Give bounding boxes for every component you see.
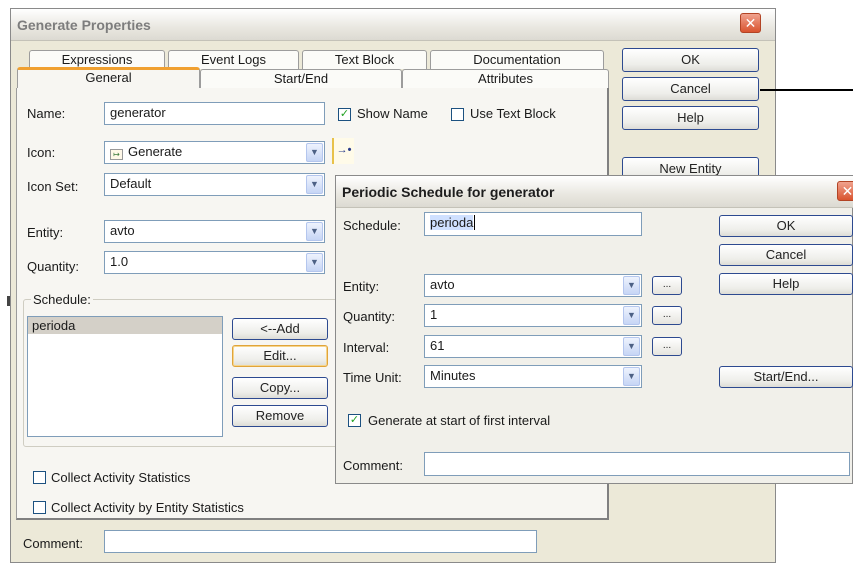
periodic-time-unit-value: Minutes bbox=[430, 368, 476, 383]
entity-browse-button[interactable]: ... bbox=[652, 276, 682, 295]
cancel-button[interactable]: Cancel bbox=[622, 77, 759, 101]
periodic-comment-label: Comment: bbox=[343, 458, 403, 473]
dialog-title: Generate Properties bbox=[17, 16, 151, 33]
list-item[interactable]: perioda bbox=[28, 317, 222, 334]
add-schedule-button[interactable]: <--Add bbox=[232, 318, 328, 340]
icon-set-label: Icon Set: bbox=[27, 179, 79, 194]
schedule-group-label: Schedule: bbox=[31, 292, 93, 307]
periodic-schedule-label: Schedule: bbox=[343, 218, 401, 233]
checkmark-icon: ✓ bbox=[339, 108, 350, 120]
close-icon[interactable]: ✕ bbox=[837, 181, 853, 201]
ok-button[interactable]: OK bbox=[622, 48, 759, 72]
chevron-down-icon[interactable]: ▼ bbox=[623, 337, 640, 356]
generate-properties-titlebar[interactable]: Generate Properties bbox=[11, 9, 775, 41]
icon-select[interactable]: ↦ Generate ▼ bbox=[104, 141, 325, 164]
use-text-block-label: Use Text Block bbox=[470, 106, 556, 121]
tab-start-end[interactable]: Start/End bbox=[200, 69, 402, 89]
periodic-ok-button[interactable]: OK bbox=[719, 215, 853, 237]
connector-stub bbox=[7, 296, 10, 306]
quantity-browse-button[interactable]: ... bbox=[652, 306, 682, 325]
chevron-down-icon[interactable]: ▼ bbox=[623, 276, 640, 295]
periodic-cancel-button[interactable]: Cancel bbox=[719, 244, 853, 266]
quantity-label: Quantity: bbox=[27, 259, 80, 274]
icon-select-value: Generate bbox=[128, 144, 183, 159]
remove-schedule-button[interactable]: Remove bbox=[232, 405, 328, 427]
generate-at-start-checkbox[interactable]: ✓ bbox=[348, 414, 361, 427]
comment-label: Comment: bbox=[23, 536, 83, 551]
schedule-item-label: perioda bbox=[32, 318, 76, 333]
periodic-quantity-select[interactable]: 1 ▼ bbox=[424, 304, 642, 327]
quantity-select[interactable]: 1.0 ▼ bbox=[104, 251, 325, 274]
comment-field[interactable] bbox=[104, 530, 537, 553]
icon-set-select[interactable]: Default ▼ bbox=[104, 173, 325, 196]
chevron-down-icon[interactable]: ▼ bbox=[306, 222, 323, 241]
periodic-dialog-title: Periodic Schedule for generator bbox=[342, 183, 555, 200]
entity-label: Entity: bbox=[27, 225, 64, 240]
periodic-time-unit-label: Time Unit: bbox=[343, 370, 402, 385]
connector-line bbox=[760, 89, 853, 91]
help-button[interactable]: Help bbox=[622, 106, 759, 130]
tab-general[interactable]: General bbox=[17, 67, 200, 89]
chevron-down-icon[interactable]: ▼ bbox=[623, 367, 640, 386]
chevron-down-icon[interactable]: ▼ bbox=[306, 143, 323, 162]
periodic-interval-select[interactable]: 61 ▼ bbox=[424, 335, 642, 358]
tab-text-block[interactable]: Text Block bbox=[302, 50, 427, 69]
close-icon[interactable]: ✕ bbox=[740, 13, 761, 33]
entity-select[interactable]: avto ▼ bbox=[104, 220, 325, 243]
edit-schedule-button[interactable]: Edit... bbox=[232, 345, 328, 367]
quantity-value: 1.0 bbox=[110, 254, 129, 269]
collect-activity-statistics-checkbox[interactable] bbox=[33, 471, 46, 484]
periodic-schedule-value: perioda bbox=[430, 215, 474, 230]
icon-label: Icon: bbox=[27, 145, 56, 160]
checkmark-icon: ✓ bbox=[349, 414, 360, 426]
chevron-down-icon[interactable]: ▼ bbox=[306, 253, 323, 272]
tab-documentation[interactable]: Documentation bbox=[430, 50, 604, 69]
tab-attributes[interactable]: Attributes bbox=[402, 69, 609, 89]
schedule-list[interactable]: perioda bbox=[27, 316, 223, 437]
use-text-block-checkbox[interactable] bbox=[451, 108, 464, 121]
periodic-entity-value: avto bbox=[430, 277, 455, 292]
show-name-checkbox[interactable]: ✓ bbox=[338, 108, 351, 121]
periodic-interval-label: Interval: bbox=[343, 340, 390, 355]
periodic-entity-select[interactable]: avto ▼ bbox=[424, 274, 642, 297]
interval-browse-button[interactable]: ... bbox=[652, 337, 682, 356]
chevron-down-icon[interactable]: ▼ bbox=[306, 175, 323, 194]
show-name-label: Show Name bbox=[357, 106, 428, 121]
generate-icon: ↦ bbox=[110, 149, 123, 160]
periodic-quantity-label: Quantity: bbox=[343, 309, 396, 324]
chevron-down-icon[interactable]: ▼ bbox=[623, 306, 640, 325]
collect-activity-statistics-label: Collect Activity Statistics bbox=[51, 470, 191, 485]
generate-at-start-label: Generate at start of first interval bbox=[368, 413, 551, 428]
icon-preview: →• bbox=[332, 138, 354, 164]
periodic-entity-label: Entity: bbox=[343, 279, 380, 294]
copy-schedule-button[interactable]: Copy... bbox=[232, 377, 328, 399]
periodic-start-end-button[interactable]: Start/End... bbox=[719, 366, 853, 388]
name-label: Name: bbox=[27, 106, 66, 121]
entity-value: avto bbox=[110, 223, 135, 238]
periodic-schedule-field[interactable]: perioda bbox=[424, 212, 642, 236]
periodic-comment-field[interactable] bbox=[424, 452, 850, 476]
periodic-help-button[interactable]: Help bbox=[719, 273, 853, 295]
icon-set-value: Default bbox=[110, 176, 152, 191]
periodic-time-unit-select[interactable]: Minutes ▼ bbox=[424, 365, 642, 388]
periodic-schedule-titlebar[interactable]: Periodic Schedule for generator bbox=[336, 176, 853, 208]
collect-by-entity-statistics-label: Collect Activity by Entity Statistics bbox=[51, 500, 244, 515]
periodic-interval-value: 61 bbox=[430, 338, 445, 353]
name-field[interactable]: generator bbox=[104, 102, 325, 125]
collect-by-entity-statistics-checkbox[interactable] bbox=[33, 501, 46, 514]
periodic-quantity-value: 1 bbox=[430, 307, 438, 322]
